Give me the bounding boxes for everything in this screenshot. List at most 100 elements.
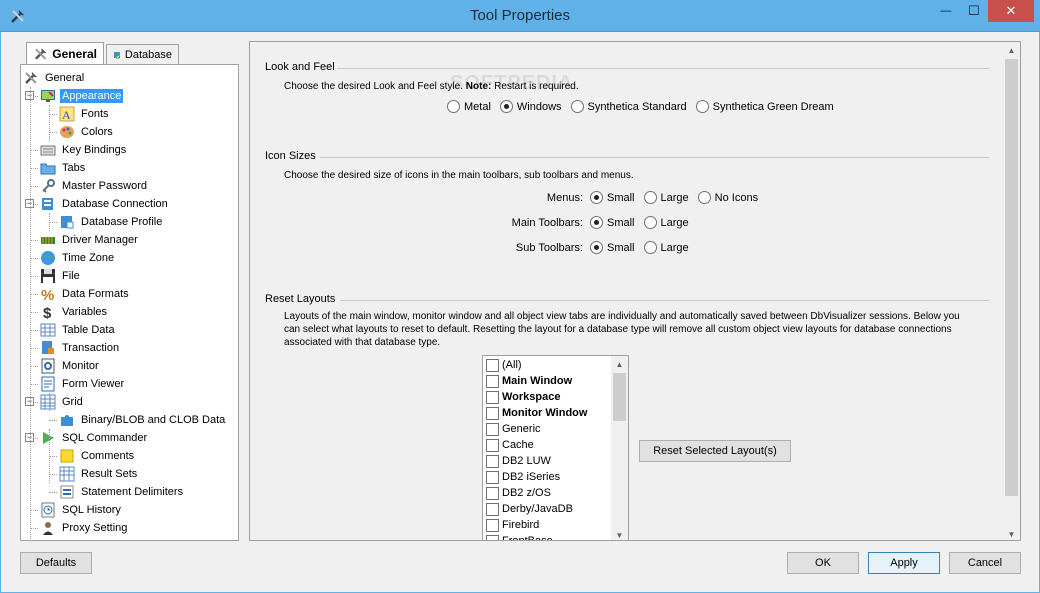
panel-scroll-down-arrow-icon[interactable]: ▼: [1003, 526, 1020, 540]
checkbox-unchecked-icon[interactable]: [486, 406, 499, 420]
layout-list-item[interactable]: Derby/JavaDB: [486, 501, 573, 517]
settings-panel-scrollbar[interactable]: ▲ ▼: [1003, 42, 1020, 540]
radio-unchecked-icon[interactable]: [695, 100, 709, 113]
layout-list-item[interactable]: DB2 z/OS: [486, 485, 551, 501]
radio-unchecked-icon[interactable]: [697, 191, 711, 204]
tree-item-form-viewer[interactable]: Form Viewer: [40, 375, 126, 393]
tree-item-label: Master Password: [62, 180, 147, 192]
tree-item-appearance[interactable]: Appearance: [40, 87, 124, 105]
tab-general[interactable]: General: [26, 42, 104, 65]
tree-item-data-formats[interactable]: % Data Formats: [40, 285, 131, 304]
tree-item-label: Variables: [62, 306, 108, 318]
radio-checked-icon[interactable]: [590, 191, 603, 204]
tree-item-label: Monitor: [62, 360, 99, 372]
layout-list-item[interactable]: Firebird: [486, 517, 539, 533]
look-and-feel-radio-metal[interactable]: Metal: [447, 100, 491, 113]
tree-item-database-connection[interactable]: Database Connection: [40, 195, 170, 213]
defaults-button[interactable]: Defaults: [20, 552, 92, 574]
tree-item-statement-delimiters[interactable]: Statement Delimiters: [59, 483, 185, 501]
maximize-button[interactable]: ☐: [960, 0, 988, 22]
checkbox-unchecked-icon[interactable]: [486, 390, 499, 404]
checkbox-unchecked-icon[interactable]: [486, 358, 499, 372]
tree-item-variables[interactable]: $ Variables: [40, 303, 109, 322]
icon-size-row-label: Main Toolbars:: [511, 217, 583, 229]
layout-list-item[interactable]: Monitor Window: [486, 405, 587, 421]
layout-list-scroll-thumb[interactable]: [613, 373, 626, 421]
radio-checked-icon[interactable]: [590, 216, 603, 229]
tree-item-colors[interactable]: Colors: [59, 123, 115, 141]
ok-button[interactable]: OK: [787, 552, 859, 574]
reset-selected-layouts-button[interactable]: Reset Selected Layout(s): [639, 440, 791, 462]
main-toolbars-radio-small[interactable]: Small: [590, 216, 635, 229]
layout-list-item[interactable]: DB2 iSeries: [486, 469, 560, 485]
panel-scroll-thumb[interactable]: [1005, 59, 1018, 496]
tree-item-sql-history[interactable]: SQL History: [40, 501, 123, 519]
checkbox-unchecked-icon[interactable]: [486, 438, 499, 452]
settings-tree[interactable]: General Appearance − A Fonts Colors Key Bindin…: [20, 64, 239, 541]
window-title: Tool Properties: [469, 7, 571, 24]
checkbox-unchecked-icon[interactable]: [486, 486, 499, 500]
look-and-feel-radio-synthetica-standard[interactable]: Synthetica Standard: [570, 100, 687, 113]
main-toolbars-radio-large[interactable]: Large: [643, 216, 689, 229]
radio-unchecked-icon[interactable]: [643, 216, 657, 229]
layout-list-item[interactable]: FrontBase: [486, 533, 553, 540]
cancel-button[interactable]: Cancel: [949, 552, 1021, 574]
tree-item-fonts[interactable]: A Fonts: [59, 105, 111, 123]
look-and-feel-radio-synthetica-green-dream[interactable]: Synthetica Green Dream: [695, 100, 834, 113]
layout-list-item[interactable]: Workspace: [486, 389, 561, 405]
tree-item-file[interactable]: File: [40, 267, 82, 285]
minimize-button[interactable]: —: [932, 0, 960, 22]
checkbox-unchecked-icon[interactable]: [486, 518, 499, 532]
menus-radio-small[interactable]: Small: [590, 191, 635, 204]
checkbox-unchecked-icon[interactable]: [486, 422, 499, 436]
layout-list-item[interactable]: Main Window: [486, 373, 572, 389]
tree-item-time-zone[interactable]: Time Zone: [40, 249, 116, 267]
apply-button[interactable]: Apply: [868, 552, 940, 574]
tree-item-proxy-setting[interactable]: Proxy Setting: [40, 519, 129, 537]
tree-item-tabs[interactable]: Tabs: [40, 159, 87, 177]
checkbox-unchecked-icon[interactable]: [486, 470, 499, 484]
radio-unchecked-icon[interactable]: [447, 100, 460, 113]
layout-list-item[interactable]: (All): [486, 357, 522, 373]
radio-checked-icon[interactable]: [590, 241, 603, 254]
layout-list-item[interactable]: DB2 LUW: [486, 453, 551, 469]
tree-item-driver-manager[interactable]: Driver Manager: [40, 231, 140, 249]
tree-item-comments[interactable]: Comments: [59, 447, 136, 465]
menus-radio-large[interactable]: Large: [643, 191, 689, 204]
close-button[interactable]: ✕: [988, 0, 1034, 22]
checkbox-unchecked-icon[interactable]: [486, 374, 499, 388]
layout-list-item[interactable]: Generic: [486, 421, 541, 437]
radio-unchecked-icon[interactable]: [570, 100, 584, 113]
panel-scroll-up-arrow-icon[interactable]: ▲: [1003, 42, 1020, 58]
tree-item-binary-blob-and-clob-data[interactable]: Binary/BLOB and CLOB Data: [59, 411, 227, 429]
tree-item-transaction[interactable]: Transaction: [40, 339, 121, 357]
tree-item-sql-commander[interactable]: SQL Commander: [40, 429, 149, 447]
radio-checked-icon[interactable]: [499, 100, 513, 113]
radio-label: Small: [607, 241, 635, 254]
look-and-feel-radio-windows[interactable]: Windows: [499, 100, 562, 113]
layout-list[interactable]: (All) Main Window Workspace Monitor Window G…: [482, 355, 629, 540]
tree-item-result-sets[interactable]: Result Sets: [59, 465, 139, 483]
scroll-up-arrow-icon[interactable]: ▲: [611, 356, 628, 372]
tree-item-table-data[interactable]: Table Data: [40, 321, 117, 339]
checkbox-unchecked-icon[interactable]: [486, 534, 499, 540]
menus-radio-no-icons[interactable]: No Icons: [697, 191, 758, 204]
layout-list-item[interactable]: Cache: [486, 437, 534, 453]
radio-unchecked-icon[interactable]: [643, 241, 657, 254]
radio-unchecked-icon[interactable]: [643, 191, 657, 204]
tree-item-database-profile[interactable]: Database Profile: [59, 213, 164, 231]
checkbox-unchecked-icon[interactable]: [486, 502, 499, 516]
tab-database[interactable]: Database: [106, 44, 179, 64]
sub-toolbars-radio-large[interactable]: Large: [643, 241, 689, 254]
scroll-down-arrow-icon[interactable]: ▼: [611, 527, 628, 540]
tree-item-key-bindings[interactable]: Key Bindings: [40, 141, 128, 159]
tree-item-general[interactable]: General: [23, 69, 86, 87]
checkbox-unchecked-icon[interactable]: [486, 454, 499, 468]
layout-list-scrollbar[interactable]: ▲ ▼: [611, 356, 628, 540]
database-profile-icon: [59, 214, 75, 230]
sub-toolbars-radio-small[interactable]: Small: [590, 241, 635, 254]
tree-connector: [30, 150, 38, 151]
tree-item-master-password[interactable]: Master Password: [40, 177, 149, 195]
tree-item-monitor[interactable]: Monitor: [40, 357, 101, 375]
tree-item-grid[interactable]: Grid: [40, 393, 85, 411]
